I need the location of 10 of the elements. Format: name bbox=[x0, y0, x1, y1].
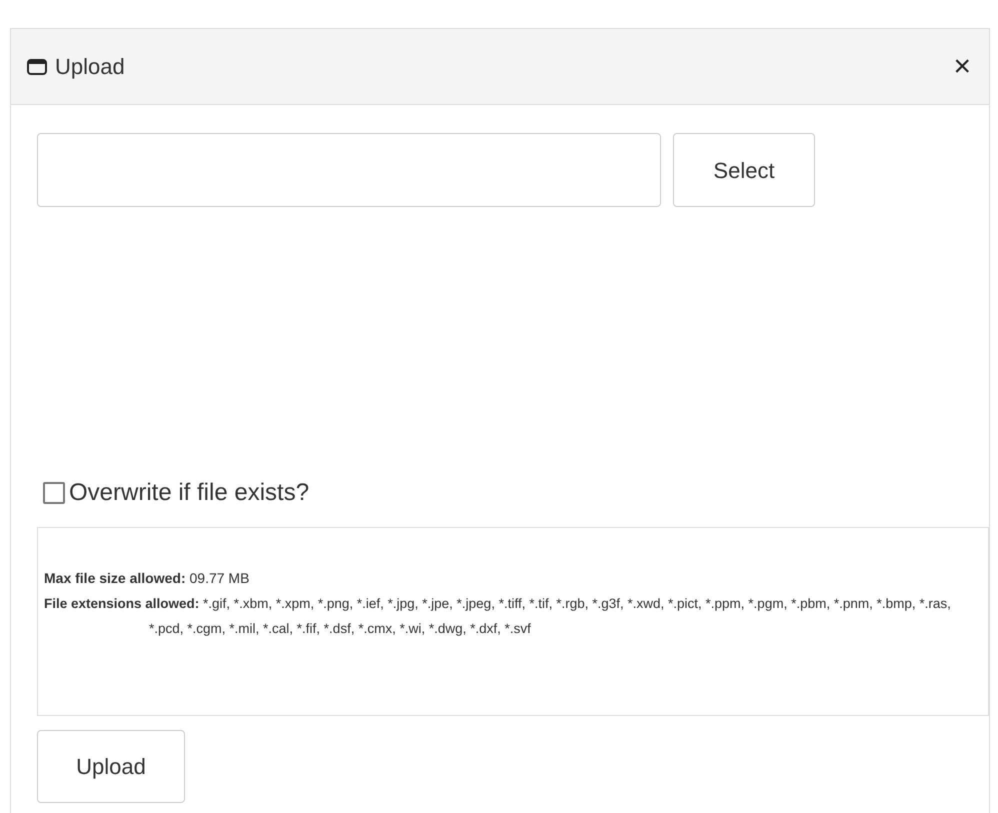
overwrite-label: Overwrite if file exists? bbox=[69, 478, 310, 508]
dialog-title: Upload bbox=[55, 53, 125, 81]
upload-button[interactable]: Upload bbox=[37, 730, 185, 803]
extensions-text: File extensions allowed: *.gif, *.xbm, *.xpm, *.png, *.ief, *.jpg, *.jpe, *.jpeg, *.tiff, *.tif, *.rgb, *.g3f, *.xwd, *.pict, *.ppm, *.pgm, *.pbm, *.pnm, *.bmp, *.ras, *.pcd, *.cgm, *.mil, *.cal, *.fif, *.dsf, *.cmx, *.wi, *.dwg, *.dxf, *.svf bbox=[44, 595, 952, 638]
overwrite-checkbox[interactable] bbox=[43, 482, 65, 504]
file-path-field[interactable] bbox=[37, 133, 661, 207]
window-icon bbox=[27, 58, 47, 74]
max-size-text: Max file size allowed: 09.77 MB bbox=[44, 569, 250, 588]
close-button[interactable]: × bbox=[953, 52, 971, 82]
select-button[interactable]: Select bbox=[673, 133, 815, 207]
